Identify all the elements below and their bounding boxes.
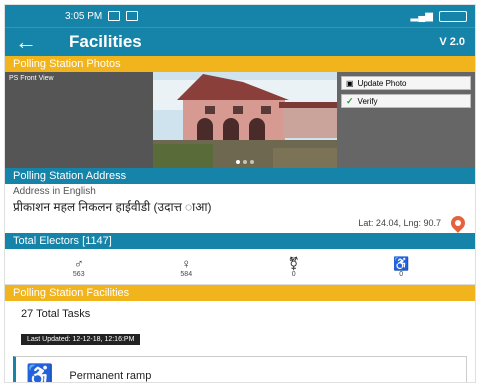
address-panel: Address in English प्रीकाशन महल निकलन हा… (5, 184, 475, 233)
update-photo-button[interactable]: ▣ Update Photo (341, 76, 471, 90)
version-label: V 2.0 (439, 36, 465, 48)
update-photo-label: Update Photo (357, 78, 407, 88)
facility-item-permanent-ramp[interactable]: ♿ Permanent ramp (13, 356, 467, 383)
address-label: Address in English (13, 186, 96, 197)
facilities-panel: 27 Total Tasks Last Updated: 12-12-18, 1… (5, 301, 475, 383)
page-title: Facilities (69, 32, 142, 51)
photos-header: Polling Station Photos (5, 56, 475, 72)
battery-icon (439, 10, 467, 22)
settings-icon (126, 11, 139, 21)
building-photo (153, 72, 337, 168)
address-text: प्रीकाशन महल निकलन हाईवीडी (उदात्त ाआ) (13, 200, 212, 214)
address-header: Polling Station Address (5, 168, 475, 184)
camera-icon: ▣ (346, 78, 354, 88)
lat-lng: Lat: 24.04, Lng: 90.7 (358, 218, 441, 228)
app-bar: ← Facilities V 2.0 (5, 27, 475, 56)
carousel-dot[interactable] (243, 160, 247, 164)
female-count: 584 (180, 270, 193, 278)
app-screen: 3:05 PM ▂▄▆ ← Facilities V 2.0 Polling S… (4, 4, 476, 383)
carousel-dot[interactable] (236, 160, 240, 164)
electors-header: Total Electors [1147] (5, 233, 475, 249)
carousel-dot[interactable] (250, 160, 254, 164)
total-tasks: 27 Total Tasks (21, 308, 91, 320)
female-icon: ♀ (181, 255, 192, 271)
status-right: ▂▄▆ (410, 10, 467, 22)
third-gender-count: 0 (291, 270, 296, 278)
facilities-header: Polling Station Facilities (5, 285, 475, 301)
status-time: 3:05 PM (65, 10, 103, 22)
front-view-photo[interactable]: PS Front View (5, 72, 153, 168)
status-bar: 3:05 PM ▂▄▆ (5, 5, 475, 27)
electors-row: ♂ 563 ♀ 584 ⚧ 0 ♿ 0 (5, 249, 475, 285)
station-photo[interactable] (153, 72, 337, 168)
last-updated-bar: Last Updated: 12-12-18, 12:16:PM (21, 334, 141, 345)
elector-third-gender: ⚧ 0 (264, 256, 324, 278)
male-icon: ♂ (73, 255, 84, 271)
pwd-count: 0 (399, 270, 404, 278)
photo-actions: ▣ Update Photo ✓ Verify (337, 72, 475, 168)
check-icon: ✓ (346, 95, 354, 106)
status-left: 3:05 PM (65, 10, 139, 22)
verify-label: Verify (357, 96, 378, 106)
elector-male: ♂ 563 (49, 256, 109, 278)
male-count: 563 (72, 270, 85, 278)
verify-button[interactable]: ✓ Verify (341, 94, 471, 108)
elector-pwd: ♿ 0 (371, 256, 431, 278)
wheelchair-icon: ♿ (26, 363, 54, 383)
message-icon (108, 11, 121, 21)
photos-panel: PS Front View ▣ Update Photo ✓ Verify (5, 72, 475, 168)
facility-name: Permanent ramp (69, 370, 152, 382)
map-pin-icon[interactable] (448, 213, 468, 233)
carousel-dots (236, 160, 254, 164)
pwd-icon: ♿ (393, 255, 410, 271)
elector-female: ♀ 584 (156, 256, 216, 278)
third-gender-icon: ⚧ (288, 255, 300, 271)
front-view-label: PS Front View (9, 75, 54, 82)
signal-icon: ▂▄▆ (410, 10, 433, 22)
back-button[interactable]: ← (15, 28, 55, 56)
